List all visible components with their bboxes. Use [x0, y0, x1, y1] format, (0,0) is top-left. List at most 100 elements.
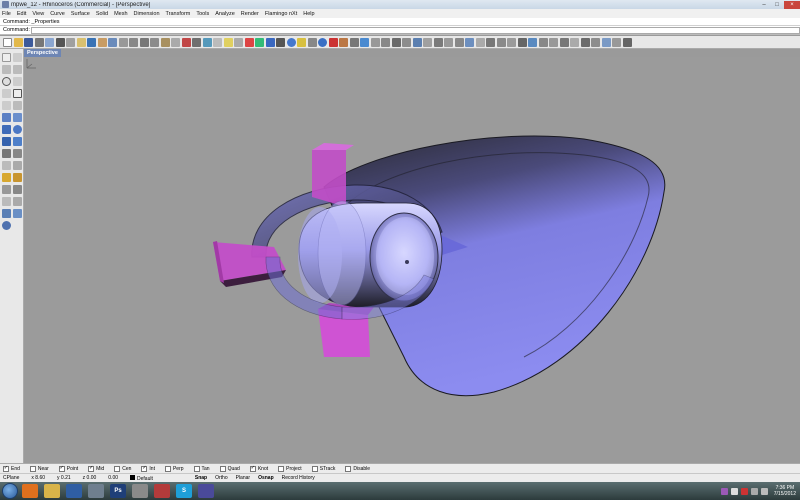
rotate-view-icon[interactable]: [108, 37, 117, 47]
tool-o-icon[interactable]: [507, 37, 516, 47]
tool-t-icon[interactable]: [559, 37, 569, 47]
osnap-checkbox[interactable]: [164, 465, 171, 472]
arc-icon[interactable]: [13, 77, 22, 86]
close-button[interactable]: ×: [784, 0, 800, 9]
osnap-checkbox[interactable]: ✓: [249, 465, 256, 472]
array-icon[interactable]: [13, 197, 22, 206]
polygon-icon[interactable]: [2, 101, 11, 110]
tool-f-icon[interactable]: [412, 37, 422, 47]
light-icon[interactable]: [297, 37, 306, 47]
zoom-extents-icon[interactable]: [139, 37, 149, 47]
tray-icon-2[interactable]: [730, 487, 738, 495]
tool-i-icon[interactable]: [444, 37, 453, 47]
taskbar-explorer-icon[interactable]: [44, 484, 60, 498]
menu-curve[interactable]: Curve: [50, 11, 65, 17]
tool-h-icon[interactable]: [433, 37, 443, 47]
shaded-icon[interactable]: [276, 37, 285, 47]
flamingo-materials-icon[interactable]: [349, 37, 359, 47]
open-file-icon[interactable]: [13, 37, 23, 47]
circle-icon[interactable]: [2, 77, 11, 86]
osnap-int[interactable]: ✓ Int: [141, 465, 155, 472]
ellipse-icon[interactable]: [2, 89, 11, 98]
mirror-icon[interactable]: [13, 185, 22, 194]
taskbar-skype-icon[interactable]: S: [176, 484, 192, 498]
tool-j-icon[interactable]: [454, 37, 464, 47]
menu-flamingo[interactable]: Flamingo nXt: [265, 11, 297, 17]
osnap-cen[interactable]: Cen: [114, 465, 131, 472]
perspective-viewport[interactable]: [24, 57, 800, 463]
tool-k-icon[interactable]: [465, 37, 474, 47]
osnap-checkbox[interactable]: ✓: [58, 465, 65, 472]
tray-icon-1[interactable]: [720, 487, 728, 495]
osnap-near[interactable]: Near: [29, 465, 49, 472]
sphere-material-icon[interactable]: [286, 37, 296, 47]
osnap-project[interactable]: Project: [278, 465, 302, 472]
explode-icon[interactable]: [13, 209, 22, 218]
sphere-icon[interactable]: [13, 125, 22, 134]
taskbar-app-c-icon[interactable]: [198, 484, 214, 498]
taskbar-app-a-icon[interactable]: [132, 484, 148, 498]
command-input[interactable]: [30, 26, 800, 34]
select-icon[interactable]: [213, 37, 222, 47]
tool-l-icon[interactable]: [475, 37, 485, 47]
tool-s-icon[interactable]: [549, 37, 558, 47]
osnap-knot[interactable]: ✓ Knot: [249, 465, 268, 472]
menu-surface[interactable]: Surface: [71, 11, 90, 17]
menu-view[interactable]: View: [32, 11, 44, 17]
osnap-checkbox[interactable]: ✓: [88, 465, 95, 472]
tool-e-icon[interactable]: [402, 37, 411, 47]
taskbar-app-b-icon[interactable]: [154, 484, 170, 498]
copy-object-icon[interactable]: [13, 173, 22, 182]
taskbar-photoshop-icon[interactable]: Ps: [110, 484, 126, 498]
taskbar-rhino-icon[interactable]: [88, 484, 104, 498]
tool-d-icon[interactable]: [391, 37, 401, 47]
menu-solid[interactable]: Solid: [96, 11, 108, 17]
tool-r-icon[interactable]: [538, 37, 548, 47]
tool-v-icon[interactable]: [580, 37, 590, 47]
set-view-icon[interactable]: [171, 37, 180, 47]
osnap-mid[interactable]: ✓ Mid: [88, 465, 104, 472]
menu-mesh[interactable]: Mesh: [114, 11, 127, 17]
tool-z-icon[interactable]: [622, 37, 632, 47]
osnap-disable[interactable]: Disable: [345, 465, 370, 472]
osnap-checkbox[interactable]: [193, 465, 200, 472]
freeform-icon[interactable]: [13, 101, 22, 110]
text-icon[interactable]: [13, 149, 22, 158]
curve-icon[interactable]: [13, 65, 22, 74]
osnap-strack[interactable]: STrack: [311, 465, 335, 472]
undo-icon[interactable]: [87, 37, 96, 47]
tool-a-icon[interactable]: [360, 37, 369, 47]
menu-file[interactable]: File: [2, 11, 11, 17]
save-icon[interactable]: [24, 37, 33, 47]
surface-corner-icon[interactable]: [2, 113, 11, 122]
polyline-icon[interactable]: [2, 65, 11, 74]
menu-analyze[interactable]: Analyze: [215, 11, 235, 17]
menu-help[interactable]: Help: [303, 11, 314, 17]
help-icon[interactable]: [318, 37, 327, 47]
trim-icon[interactable]: [13, 161, 22, 170]
box-icon[interactable]: [2, 125, 11, 134]
render-icon[interactable]: [265, 37, 275, 47]
paste-icon[interactable]: [76, 37, 86, 47]
move-icon[interactable]: [2, 173, 11, 182]
cut-icon[interactable]: [55, 37, 65, 47]
osnap-perp[interactable]: Perp: [164, 465, 184, 472]
grid-icon[interactable]: [202, 37, 212, 47]
mesh-icon[interactable]: [2, 137, 11, 146]
status-cplane[interactable]: CPlane: [3, 475, 19, 481]
osnap-checkbox[interactable]: [278, 465, 285, 472]
scale-icon[interactable]: [2, 185, 11, 194]
osnap-checkbox[interactable]: ✓: [3, 465, 9, 472]
osnap-tan[interactable]: Tan: [193, 465, 210, 472]
tool-y-icon[interactable]: [612, 37, 621, 47]
extrude-curve-icon[interactable]: [13, 113, 22, 122]
boolean-icon[interactable]: [13, 137, 22, 146]
properties-icon[interactable]: [255, 37, 264, 47]
start-button[interactable]: [2, 483, 18, 499]
menu-tools[interactable]: Tools: [196, 11, 209, 17]
zoom-icon[interactable]: [118, 37, 128, 47]
rectangle-icon[interactable]: [13, 89, 22, 98]
cplane-icon[interactable]: [192, 37, 201, 47]
tool-p-icon[interactable]: [517, 37, 527, 47]
toggle-planar[interactable]: Planar: [236, 475, 250, 481]
